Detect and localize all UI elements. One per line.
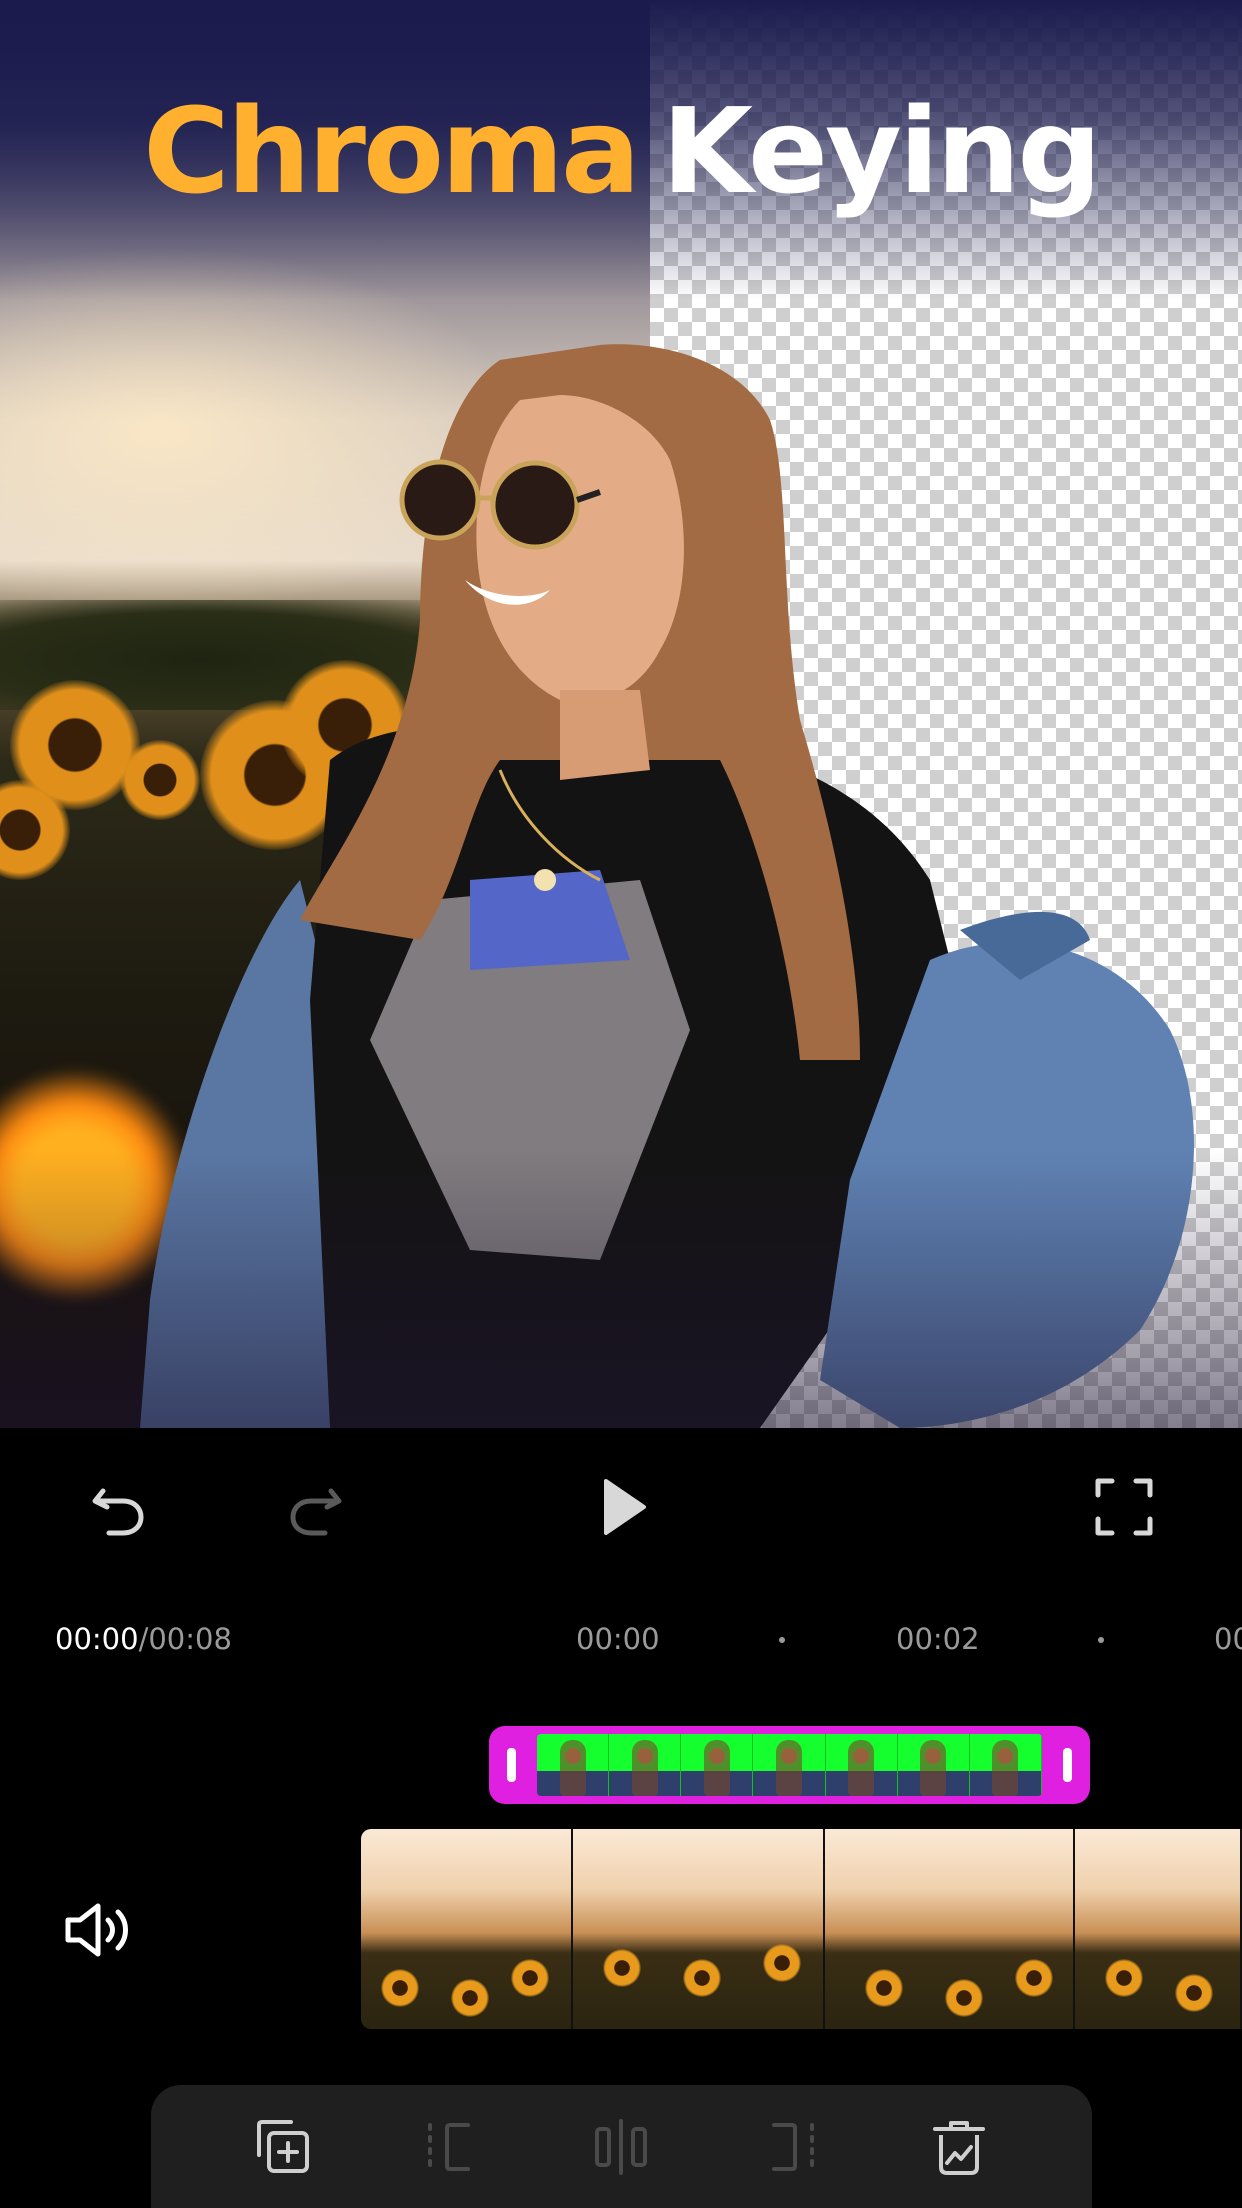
add-clip-icon <box>257 2120 309 2173</box>
green-screen-frame <box>969 1734 1042 1796</box>
sunflower <box>683 1959 721 1997</box>
sunflower <box>1175 1974 1213 2012</box>
green-screen-frame <box>609 1734 682 1796</box>
ruler-dot <box>779 1637 785 1643</box>
green-screen-frame <box>825 1734 898 1796</box>
clip-trim-handle-right[interactable] <box>1063 1748 1072 1782</box>
neck <box>560 690 650 780</box>
sunflower <box>603 1949 641 1987</box>
video-thumbnail <box>1075 1829 1242 2029</box>
trim-start-icon <box>428 2123 470 2171</box>
necklace-pendant <box>534 869 556 891</box>
delete-clip-button[interactable] <box>927 2115 991 2179</box>
ruler-label: 00:00 <box>576 1622 660 1656</box>
green-screen-frame <box>753 1734 826 1796</box>
play-icon <box>604 1479 646 1535</box>
fullscreen-button[interactable] <box>1084 1467 1164 1547</box>
ruler-dot <box>1098 1637 1104 1643</box>
main-video-track[interactable] <box>361 1829 1242 2029</box>
video-thumbnail <box>361 1829 573 2029</box>
video-thumbnail <box>825 1829 1075 2029</box>
trim-end-icon <box>772 2123 814 2171</box>
add-clip-button[interactable] <box>251 2115 315 2179</box>
time-separator: / <box>138 1622 149 1656</box>
split-button[interactable] <box>589 2115 653 2179</box>
green-screen-frame <box>897 1734 970 1796</box>
undo-button[interactable] <box>77 1467 157 1547</box>
bottom-gradient <box>0 1150 1242 1428</box>
sunflower <box>511 1959 549 1997</box>
sunflower <box>381 1969 419 2007</box>
green-screen-frames <box>537 1734 1042 1796</box>
sunflower <box>1105 1959 1143 1997</box>
video-thumbnail <box>573 1829 825 2029</box>
playback-controls <box>0 1428 1242 1588</box>
headline-word-keying: Keying <box>661 82 1102 220</box>
delete-icon <box>933 2121 985 2175</box>
time-ruler[interactable]: 00:00/00:08 00:00 00:02 00 <box>0 1600 1242 1670</box>
sunflower <box>763 1944 801 1982</box>
headline-word-chroma: Chroma <box>143 82 640 220</box>
total-time: 00:08 <box>148 1622 232 1656</box>
sunflower <box>865 1969 903 2007</box>
volume-icon <box>65 1903 128 1957</box>
current-time: 00:00 <box>55 1622 139 1656</box>
sunflower <box>451 1979 489 2017</box>
ruler-label: 00 <box>1214 1622 1242 1656</box>
green-screen-frame <box>537 1734 610 1796</box>
undo-icon <box>92 1488 144 1536</box>
video-preview: Chroma Keying <box>0 0 1242 1428</box>
headline: Chroma Keying <box>0 82 1242 220</box>
redo-icon <box>290 1488 342 1536</box>
edit-toolbar <box>151 2085 1092 2208</box>
playback-timecode: 00:00/00:08 <box>55 1622 232 1656</box>
trim-start-button[interactable] <box>420 2115 484 2179</box>
green-screen-frame <box>681 1734 754 1796</box>
trim-end-button[interactable] <box>758 2115 822 2179</box>
ruler-label: 00:02 <box>896 1622 980 1656</box>
play-button[interactable] <box>582 1467 662 1547</box>
sunflower <box>945 1979 983 2017</box>
split-icon <box>595 2119 647 2175</box>
track-volume-button[interactable] <box>60 1898 140 1962</box>
overlay-video-clip[interactable] <box>489 1726 1090 1804</box>
redo-button[interactable] <box>277 1467 357 1547</box>
clip-trim-handle-left[interactable] <box>507 1748 516 1782</box>
sunflower <box>1015 1959 1053 1997</box>
fullscreen-icon <box>1095 1478 1153 1536</box>
